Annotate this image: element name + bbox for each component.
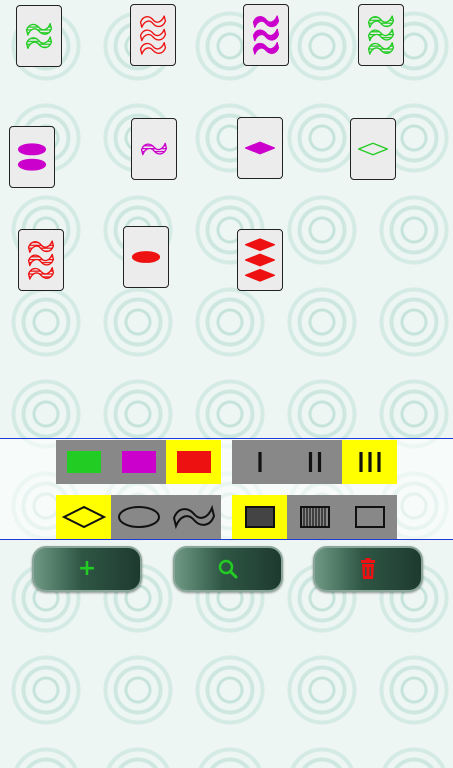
panel-bottom-border xyxy=(0,539,453,540)
number-filter xyxy=(232,440,397,484)
card-symbols xyxy=(140,142,168,156)
plus-icon: + xyxy=(77,556,97,581)
color-option-purple[interactable] xyxy=(111,440,166,484)
number-option-1[interactable] xyxy=(232,440,287,484)
card[interactable] xyxy=(243,4,289,66)
2-icon xyxy=(308,452,321,472)
card-symbols xyxy=(367,15,395,55)
solid-icon xyxy=(244,506,275,528)
purple-icon xyxy=(121,451,156,473)
number-option-2[interactable] xyxy=(287,440,342,484)
shape-option-diamond[interactable] xyxy=(56,495,111,539)
card[interactable] xyxy=(18,229,64,291)
fill-option-empty[interactable] xyxy=(342,495,397,539)
oval-icon xyxy=(117,506,160,528)
trash-icon xyxy=(361,558,375,579)
card[interactable] xyxy=(131,118,177,180)
striped-icon xyxy=(299,506,330,528)
card[interactable] xyxy=(123,226,169,288)
card-symbols xyxy=(244,238,276,282)
shape-filter xyxy=(56,495,221,539)
card-symbols xyxy=(27,240,55,280)
card-symbols xyxy=(139,15,167,55)
search-button[interactable] xyxy=(173,546,283,592)
card-symbols xyxy=(25,22,53,50)
number-option-3[interactable] xyxy=(342,440,397,484)
card[interactable] xyxy=(237,117,283,179)
shape-option-oval[interactable] xyxy=(111,495,166,539)
card-symbols xyxy=(357,142,389,156)
color-option-red[interactable] xyxy=(166,440,221,484)
empty-icon xyxy=(354,506,385,528)
card[interactable] xyxy=(130,4,176,66)
add-button[interactable]: + xyxy=(32,546,142,592)
card[interactable] xyxy=(16,5,62,67)
color-filter xyxy=(56,440,221,484)
fill-filter xyxy=(232,495,397,539)
card[interactable] xyxy=(237,229,283,291)
shape-option-squiggle[interactable] xyxy=(166,495,221,539)
card[interactable] xyxy=(9,126,55,188)
color-option-green[interactable] xyxy=(56,440,111,484)
green-icon xyxy=(66,451,101,473)
card[interactable] xyxy=(350,118,396,180)
3-icon xyxy=(358,452,381,472)
card[interactable] xyxy=(358,4,404,66)
fill-option-striped[interactable] xyxy=(287,495,342,539)
game-board xyxy=(0,0,453,438)
fill-option-solid[interactable] xyxy=(232,495,287,539)
delete-button[interactable] xyxy=(313,546,423,592)
red-icon xyxy=(176,451,211,473)
card-symbols xyxy=(252,15,280,55)
card-symbols xyxy=(17,143,47,171)
squiggle-icon xyxy=(172,504,215,530)
card-symbols xyxy=(131,251,161,263)
search-icon xyxy=(218,559,238,579)
1-icon xyxy=(257,452,262,472)
diamond-icon xyxy=(61,505,106,529)
card-symbols xyxy=(244,141,276,155)
